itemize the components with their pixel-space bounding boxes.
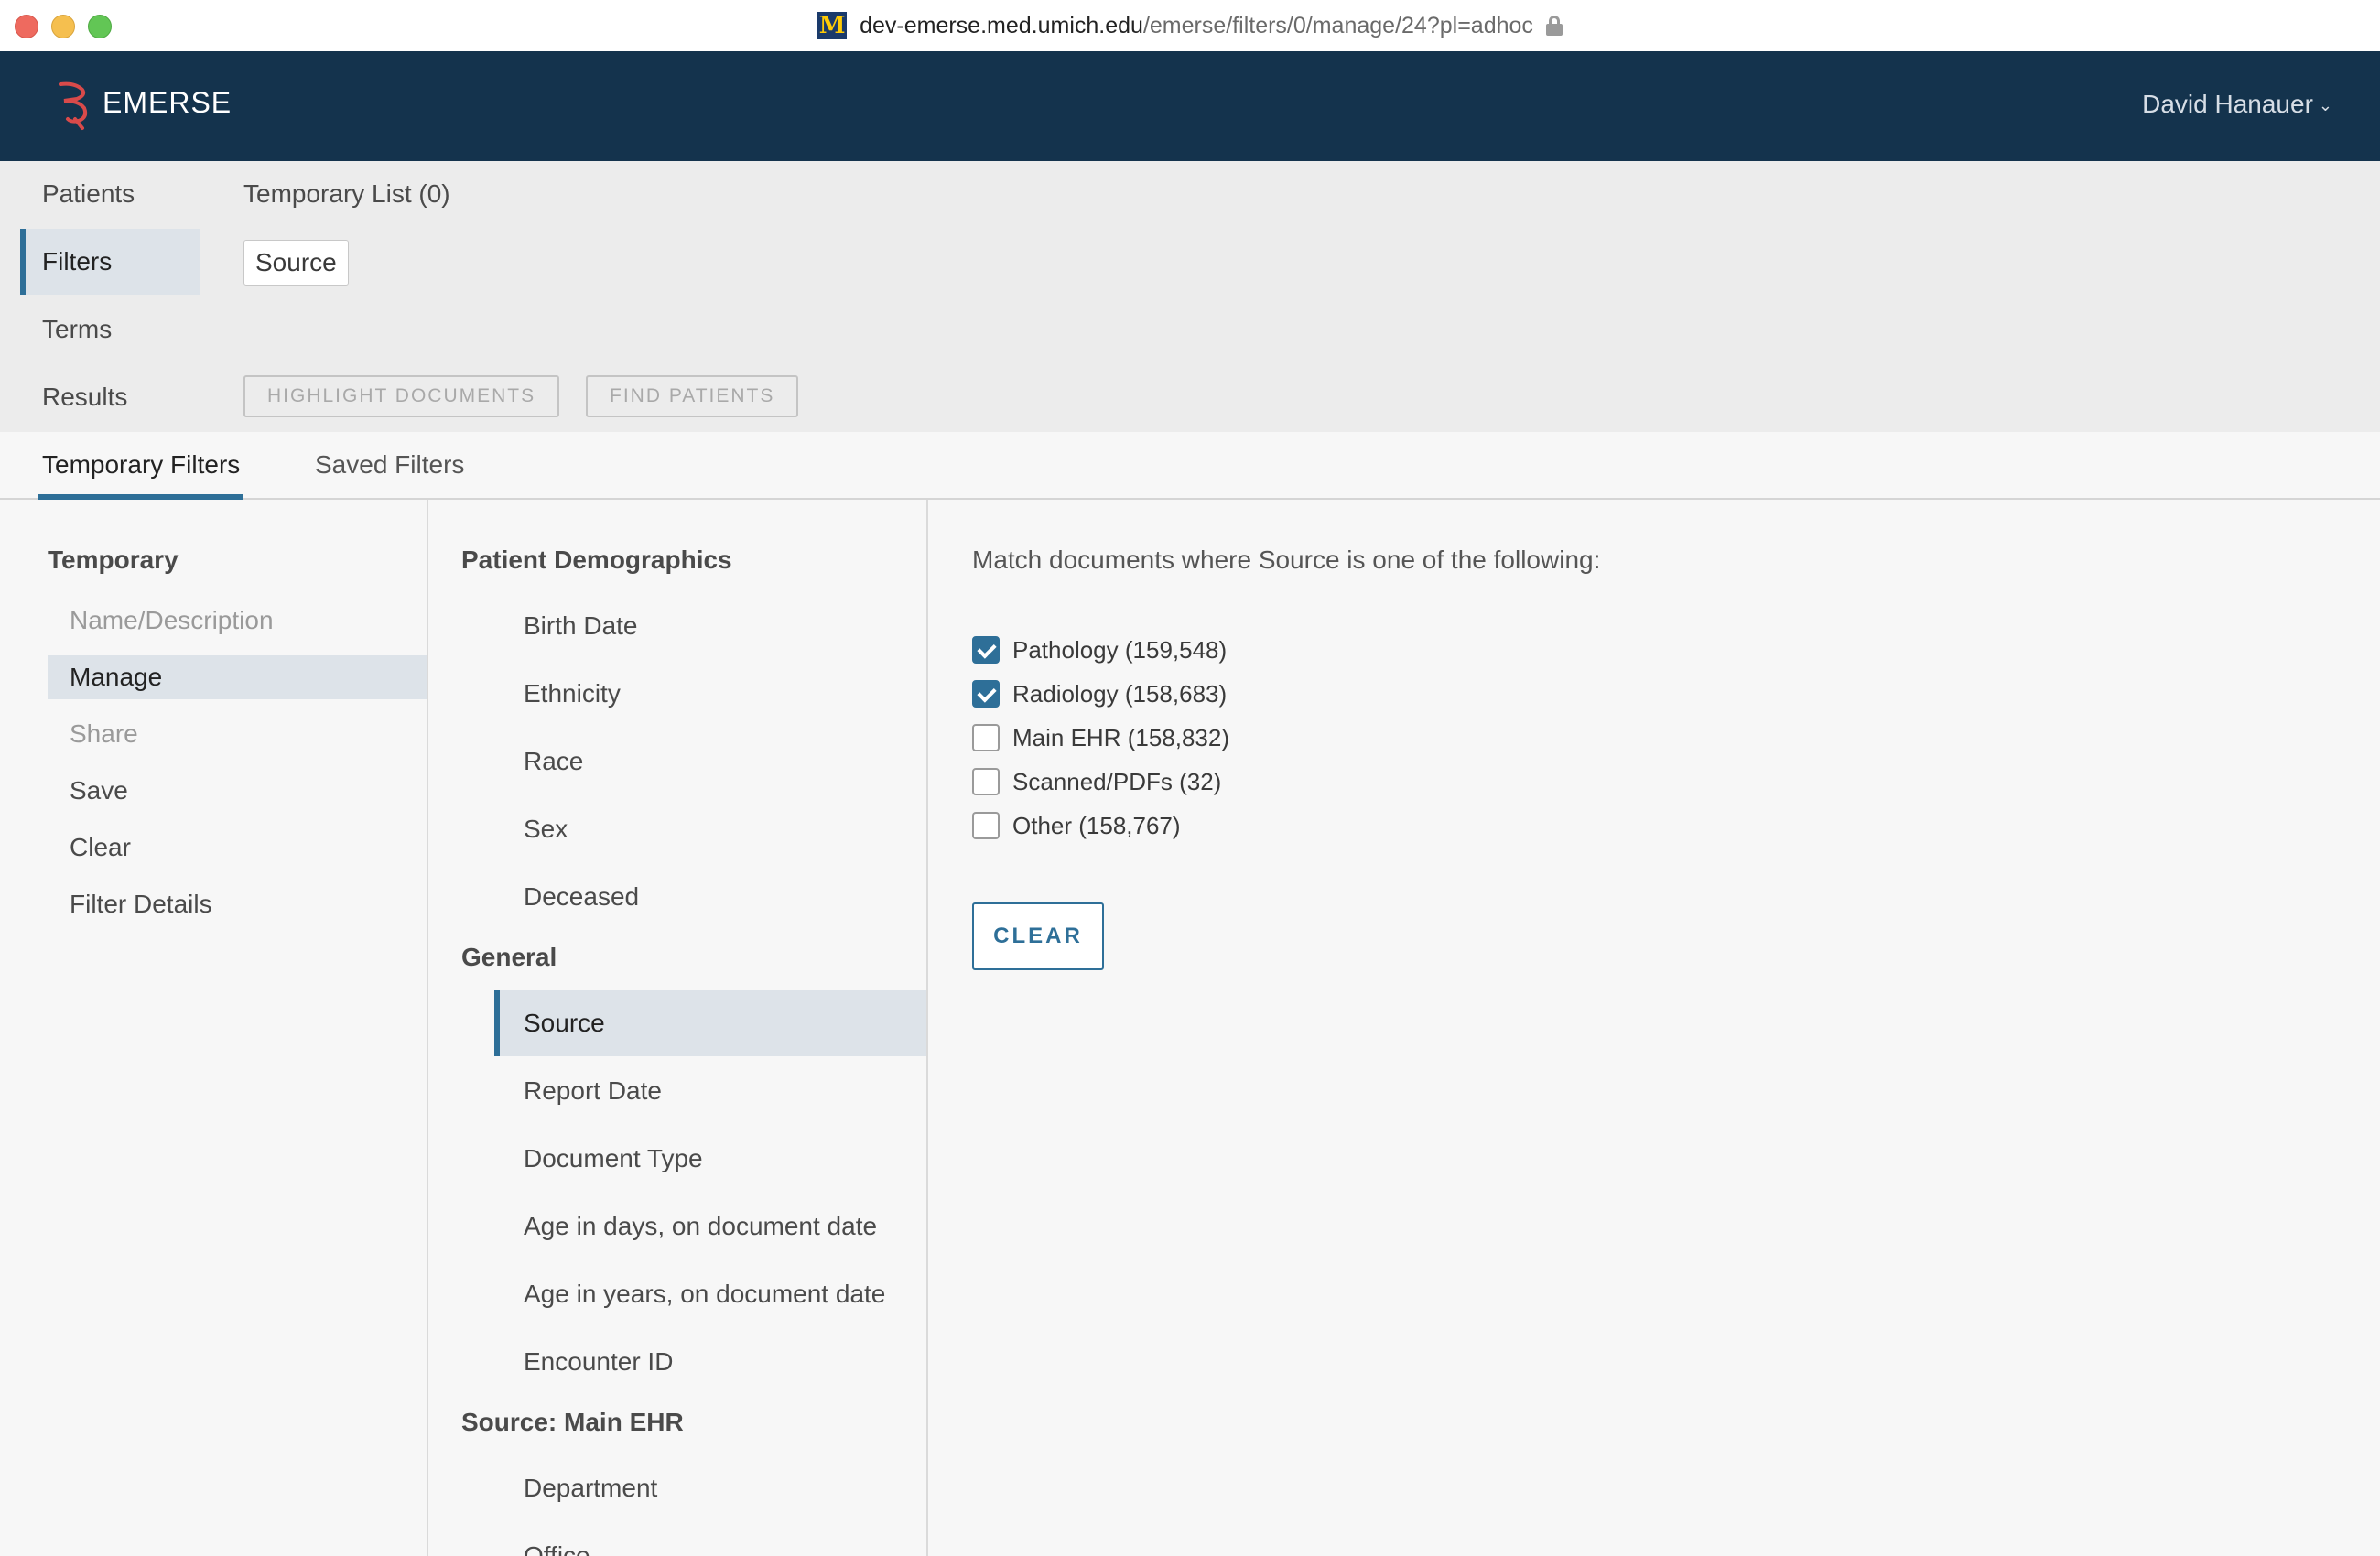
section-source-main-ehr: Source: Main EHR (461, 1408, 684, 1436)
checkbox-checked[interactable] (972, 636, 1000, 664)
checkbox-unchecked[interactable] (972, 724, 1000, 751)
category-ethnicity[interactable]: Ethnicity (494, 661, 926, 727)
tab-temporary-filters[interactable]: Temporary Filters (38, 432, 244, 500)
action-clear[interactable]: Clear (48, 826, 427, 870)
nav-item-patients[interactable]: Patients (20, 161, 200, 227)
checkbox-unchecked[interactable] (972, 768, 1000, 795)
category-document-type[interactable]: Document Type (494, 1126, 926, 1192)
workflow-nav: Patients Filters Terms Results Temporary… (0, 161, 2380, 432)
filter-editor-panel: Match documents where Source is one of t… (928, 500, 2380, 1556)
site-favicon-icon: M (817, 12, 848, 39)
lock-icon (1545, 16, 1563, 36)
category-age-in-years[interactable]: Age in years, on document date (494, 1261, 926, 1327)
action-share[interactable]: Share (48, 712, 427, 756)
temporary-list-label[interactable]: Temporary List (0) (243, 179, 450, 209)
option-label: Other (158,767) (1012, 811, 1181, 839)
action-save[interactable]: Save (48, 769, 427, 813)
option-label: Main EHR (158,832) (1012, 723, 1229, 751)
filter-categories-panel: Patient Demographics Birth Date Ethnicit… (428, 500, 928, 1556)
category-deceased[interactable]: Deceased (494, 864, 926, 930)
option-label: Pathology (159,548) (1012, 635, 1228, 664)
browser-titlebar: M dev-emerse.med.umich.edu /emerse/filte… (0, 0, 2380, 52)
category-report-date[interactable]: Report Date (494, 1058, 926, 1124)
option-other[interactable]: Other (158,767) (972, 810, 1181, 841)
category-source[interactable]: Source (494, 990, 926, 1056)
category-sex[interactable]: Sex (494, 796, 926, 862)
category-encounter-id[interactable]: Encounter ID (494, 1329, 926, 1395)
option-scanned-pdfs[interactable]: Scanned/PDFs (32) (972, 766, 1221, 797)
match-prompt: Match documents where Source is one of t… (972, 546, 1601, 574)
address-bar[interactable]: M dev-emerse.med.umich.edu /emerse/filte… (0, 0, 2380, 51)
action-name-description[interactable]: Name/Description (48, 599, 427, 643)
section-patient-demographics: Patient Demographics (461, 546, 732, 574)
tab-saved-filters[interactable]: Saved Filters (315, 432, 464, 498)
action-filter-details[interactable]: Filter Details (48, 882, 427, 926)
option-radiology[interactable]: Radiology (158,683) (972, 678, 1227, 709)
category-race[interactable]: Race (494, 729, 926, 794)
active-filter-chip[interactable]: Source (243, 240, 349, 286)
url-path: /emerse/filters/0/manage/24?pl=adhoc (1142, 12, 1533, 38)
category-birth-date[interactable]: Birth Date (494, 593, 926, 659)
nav-item-results[interactable]: Results (20, 364, 200, 430)
user-name: David Hanauer (2142, 90, 2313, 118)
url-host: dev-emerse.med.umich.edu (860, 12, 1143, 38)
user-menu[interactable]: David Hanauer ⌄ (2142, 90, 2332, 119)
temporary-heading: Temporary (48, 546, 178, 574)
checkbox-checked[interactable] (972, 680, 1000, 708)
checkbox-unchecked[interactable] (972, 812, 1000, 839)
filter-tabs: Temporary Filters Saved Filters (0, 432, 2380, 500)
nav-item-terms[interactable]: Terms (20, 297, 200, 362)
filter-actions-panel: Temporary Name/Description Manage Share … (0, 500, 428, 1556)
category-department[interactable]: Department (494, 1455, 926, 1521)
action-manage[interactable]: Manage (48, 655, 427, 699)
category-office[interactable]: Office (494, 1523, 926, 1556)
clear-button[interactable]: CLEAR (972, 902, 1104, 970)
option-label: Scanned/PDFs (32) (1012, 767, 1222, 795)
nav-item-filters[interactable]: Filters (20, 229, 200, 295)
option-pathology[interactable]: Pathology (159,548) (972, 634, 1227, 665)
option-label: Radiology (158,683) (1012, 679, 1228, 708)
emerse-logo-icon (59, 81, 88, 130)
find-patients-button[interactable]: FIND PATIENTS (586, 375, 799, 417)
app-brand[interactable]: EMERSE (103, 86, 232, 120)
option-main-ehr[interactable]: Main EHR (158,832) (972, 722, 1229, 753)
highlight-documents-button[interactable]: HIGHLIGHT DOCUMENTS (243, 375, 560, 417)
app-header: EMERSE David Hanauer ⌄ (0, 51, 2380, 161)
chevron-down-icon: ⌄ (2318, 96, 2332, 115)
section-general: General (461, 943, 557, 971)
category-age-in-days[interactable]: Age in days, on document date (494, 1194, 926, 1259)
